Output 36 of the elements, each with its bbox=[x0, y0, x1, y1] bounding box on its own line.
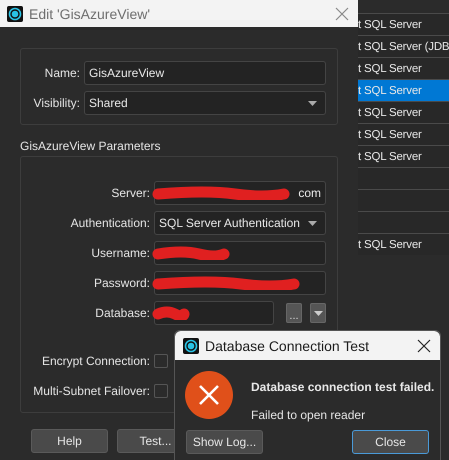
error-message: Failed to open reader bbox=[251, 408, 366, 422]
input-field[interactable] bbox=[154, 301, 274, 325]
error-heading: Database connection test failed. bbox=[251, 380, 434, 394]
field-label: Username: bbox=[90, 246, 150, 260]
app-icon bbox=[183, 338, 199, 354]
field-label: Database: bbox=[94, 306, 150, 320]
input-field[interactable] bbox=[154, 271, 326, 295]
error-icon bbox=[185, 371, 233, 419]
checkbox[interactable] bbox=[154, 354, 168, 368]
field-label: Visibility: bbox=[32, 96, 80, 110]
input-field[interactable] bbox=[154, 241, 326, 265]
field-label: Server: bbox=[110, 186, 150, 200]
window-title: Database Connection Test bbox=[205, 338, 370, 354]
app-icon bbox=[7, 6, 23, 22]
field-label: Encrypt Connection: bbox=[40, 354, 150, 368]
browse-button[interactable]: ... bbox=[286, 303, 302, 323]
field-label: Multi-Subnet Failover: bbox=[32, 384, 150, 398]
input-field[interactable]: com bbox=[154, 181, 326, 205]
checkbox[interactable] bbox=[154, 384, 168, 398]
close-button[interactable]: Close bbox=[352, 430, 429, 454]
caret-icon bbox=[308, 100, 317, 106]
visibility-dropdown[interactable]: Shared bbox=[84, 91, 326, 115]
field-label: Name: bbox=[44, 66, 80, 80]
list-row[interactable]: t SQL Server bbox=[358, 79, 449, 101]
section-title: GisAzureView Parameters bbox=[20, 139, 162, 153]
caret-icon bbox=[314, 310, 322, 316]
name-field[interactable]: GisAzureView bbox=[84, 61, 326, 85]
authentication-dropdown[interactable]: SQL Server Authentication bbox=[154, 211, 326, 235]
caret-icon bbox=[308, 220, 317, 226]
field-label: Authentication: bbox=[70, 216, 150, 230]
show-log-button[interactable]: Show Log... bbox=[186, 430, 263, 454]
close-icon[interactable] bbox=[416, 338, 432, 354]
dropdown-button[interactable] bbox=[310, 303, 326, 323]
help-button[interactable]: Help bbox=[31, 429, 108, 453]
window-title: Edit 'GisAzureView' bbox=[29, 6, 152, 22]
field-label: Password: bbox=[92, 276, 150, 290]
